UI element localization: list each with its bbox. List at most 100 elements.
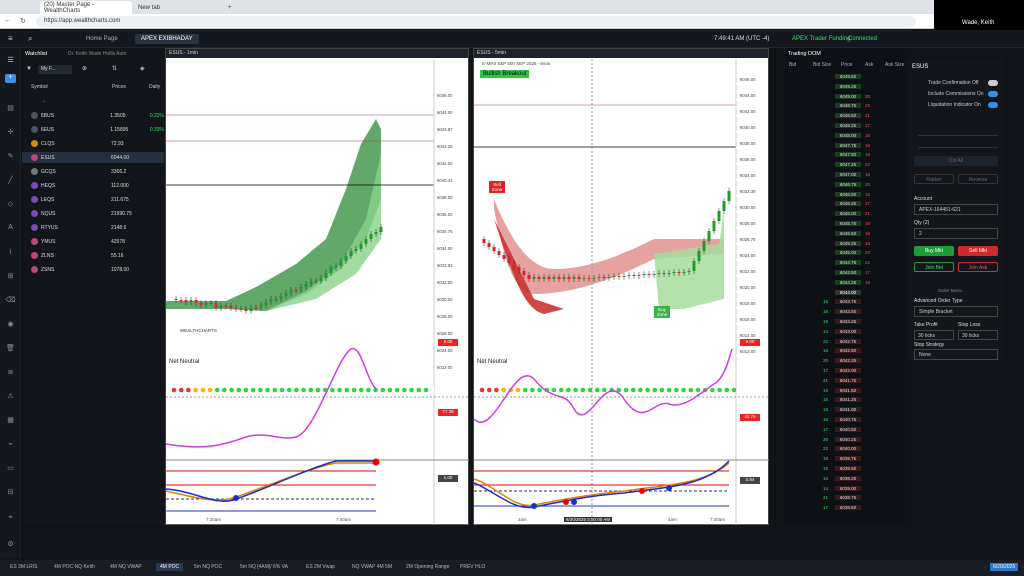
take-profit-label[interactable]: Take Profit — [914, 322, 938, 328]
watchlist-row[interactable]: 6BUS 1.3505 0.22% — [22, 110, 164, 121]
settings-icon[interactable]: ⚙ — [5, 540, 16, 549]
dom-row[interactable]: 6044.00 — [785, 289, 905, 298]
dom-row[interactable]: 22 6040.00 — [785, 446, 905, 454]
dom-row[interactable]: 19 6043.25 — [785, 319, 905, 327]
ruler-icon[interactable]: ⌖ — [5, 514, 16, 523]
dom-row[interactable]: 21 6041.75 — [785, 377, 905, 386]
dom-row[interactable]: 6048.00 18 — [785, 132, 905, 141]
add-icon[interactable]: + — [5, 74, 16, 83]
calendar-icon[interactable]: ▦ — [5, 416, 16, 425]
dom-row[interactable]: 6047.25 22 — [785, 162, 905, 170]
order-menu-link[interactable]: Order Menu — [938, 288, 962, 293]
watchlist-row[interactable]: ESUS 6044.00 — [22, 152, 164, 163]
eraser-icon[interactable]: ⌫ — [5, 296, 16, 305]
join-bid-button[interactable]: Join Bid — [914, 262, 954, 272]
join-ask-button[interactable]: Join Ask — [958, 262, 998, 272]
sell-market-button[interactable]: Sell Mkt — [958, 246, 998, 256]
menu-icon[interactable]: ≡ — [8, 34, 13, 43]
list-select[interactable]: My F... — [38, 65, 72, 74]
watchlist-row[interactable]: GCQS 3366.2 — [22, 166, 164, 177]
browser-tab-active[interactable]: (20) Master Page - WealthCharts — [40, 1, 132, 14]
text-icon[interactable]: A — [5, 224, 16, 233]
qty-input[interactable]: 2 — [914, 228, 998, 239]
layout-tab[interactable]: 4M POC NQ Keith — [50, 563, 99, 571]
layout-tab[interactable]: 4M NQ VWAP — [106, 563, 146, 571]
dom-row[interactable]: 20 6040.25 — [785, 436, 905, 445]
dom-row[interactable]: 6044.50 17 — [785, 270, 905, 278]
dom-row[interactable]: 6048.25 17 — [785, 123, 905, 131]
search-icon[interactable]: ⌕ — [28, 34, 32, 44]
dom-row[interactable]: 22 6042.75 — [785, 338, 905, 347]
commissions-toggle[interactable] — [988, 91, 998, 97]
dom-row[interactable]: 20 6042.25 — [785, 358, 905, 366]
watchlist-row[interactable]: LEQS 211.675 — [22, 194, 164, 205]
stop-strategy-select[interactable]: None — [914, 349, 998, 360]
tp-ticks-input[interactable]: 30 ticks — [914, 330, 954, 340]
brush-icon[interactable]: ⌇ — [5, 248, 16, 257]
dom-row[interactable]: 18 6039.75 — [785, 456, 905, 464]
dom-row[interactable]: 14 6039.00 — [785, 485, 905, 494]
col-prices[interactable]: Prices — [112, 84, 126, 90]
adv-order-select[interactable]: Simple Bracket — [914, 306, 998, 317]
chart-panel-2[interactable]: ESUS - 5min E-MINI S&P 500 SEP 2025 - 5m… — [473, 48, 769, 525]
alert-icon[interactable]: ⚠ — [5, 392, 16, 401]
back-icon[interactable]: ← — [4, 17, 11, 24]
tag-icon[interactable]: ◈ — [140, 65, 145, 72]
dom-row[interactable]: 15 6043.75 — [785, 299, 905, 307]
watchlist-row[interactable]: ZSNS 1078.00 — [22, 264, 164, 275]
url-field[interactable]: https://app.wealthcharts.com — [36, 16, 916, 27]
pen-icon[interactable]: ✎ — [5, 152, 16, 161]
layout-tab[interactable]: ES 3M LRIS — [6, 563, 42, 571]
browser-tab-new[interactable]: New tab — [134, 1, 222, 14]
dom-row[interactable]: 6049.00 30 — [785, 93, 905, 102]
dom-row[interactable]: 6044.75 22 — [785, 260, 905, 268]
col-symbol[interactable]: Symbol — [31, 84, 48, 90]
dom-row[interactable]: 14 6043.00 — [785, 328, 905, 337]
expand-icon[interactable]: ⌄ — [42, 98, 46, 104]
measure-icon[interactable]: ⊞ — [5, 272, 16, 281]
line-icon[interactable]: ╱ — [5, 176, 16, 185]
sort-icon[interactable]: ⇅ — [112, 65, 117, 72]
dom-row[interactable]: 21 6038.75 — [785, 495, 905, 503]
tab-home-page[interactable]: Home Page — [80, 34, 124, 44]
price-input-1[interactable] — [918, 128, 998, 136]
dom-row[interactable]: 18 6041.00 — [785, 407, 905, 415]
dom-row[interactable]: 6048.50 21 — [785, 113, 905, 121]
watchlist-icon[interactable]: ☰ — [5, 56, 16, 65]
dom-row[interactable]: 6046.00 21 — [785, 211, 905, 219]
watchlist-row[interactable]: HEQS 112.000 — [22, 180, 164, 191]
watchlist-row[interactable]: ZLNS 55.16 — [22, 250, 164, 261]
liquidation-toggle[interactable] — [988, 102, 998, 108]
dom-row[interactable]: 6047.00 18 — [785, 172, 905, 180]
dom-row[interactable]: 15 6041.25 — [785, 397, 905, 405]
dom-row[interactable]: 16 6039.25 — [785, 475, 905, 484]
dom-row[interactable]: 19 6039.50 — [785, 466, 905, 474]
dom-row[interactable]: 17 6038.50 — [785, 505, 905, 513]
layout-tab[interactable]: NQ VWAP 4M 5M — [348, 563, 396, 571]
watchlist-row[interactable]: CLQS 72.93 — [22, 138, 164, 149]
dom-row[interactable]: 18 6042.50 — [785, 348, 905, 356]
add-symbol-icon[interactable]: ⊕ — [82, 65, 87, 72]
layout-tab[interactable]: ES 2M Vwap — [302, 563, 339, 571]
dom-row[interactable]: 17 6042.00 — [785, 368, 905, 376]
shape-icon[interactable]: ◇ — [5, 200, 16, 209]
dom-row[interactable]: 16 6043.50 — [785, 309, 905, 317]
chart-icon[interactable]: ▤ — [5, 104, 16, 113]
chart-panel-1[interactable]: ESUS - 1min E-MINI S&P 500 SEP 2025 - 1m… — [165, 48, 469, 525]
news-icon[interactable]: ▭ — [5, 464, 16, 473]
col-daily[interactable]: Daily — [149, 84, 160, 90]
watchlist-row[interactable]: NQUS 21990.75 — [22, 208, 164, 219]
watchlist-row[interactable]: YMUS 42578 — [22, 236, 164, 247]
dom-row[interactable]: 6048.75 25 — [785, 103, 905, 111]
buy-market-button[interactable]: Buy Mkt — [914, 246, 954, 256]
dom-row[interactable]: 6045.00 20 — [785, 250, 905, 258]
dom-row[interactable]: 6044.25 19 — [785, 279, 905, 288]
price-input-2[interactable] — [918, 140, 998, 148]
sl-ticks-input[interactable]: 30 ticks — [958, 330, 998, 340]
dom-row[interactable]: 6045.50 16 — [785, 230, 905, 239]
layout-tab[interactable]: PREV HLO — [456, 563, 489, 571]
watchlist-row[interactable]: 6EUS 1.15895 0.33% — [22, 124, 164, 135]
screener-icon[interactable]: ⊟ — [5, 488, 16, 497]
dom-row[interactable]: 17 6040.50 — [785, 426, 905, 435]
trash-icon[interactable]: 🗑 — [5, 344, 16, 353]
